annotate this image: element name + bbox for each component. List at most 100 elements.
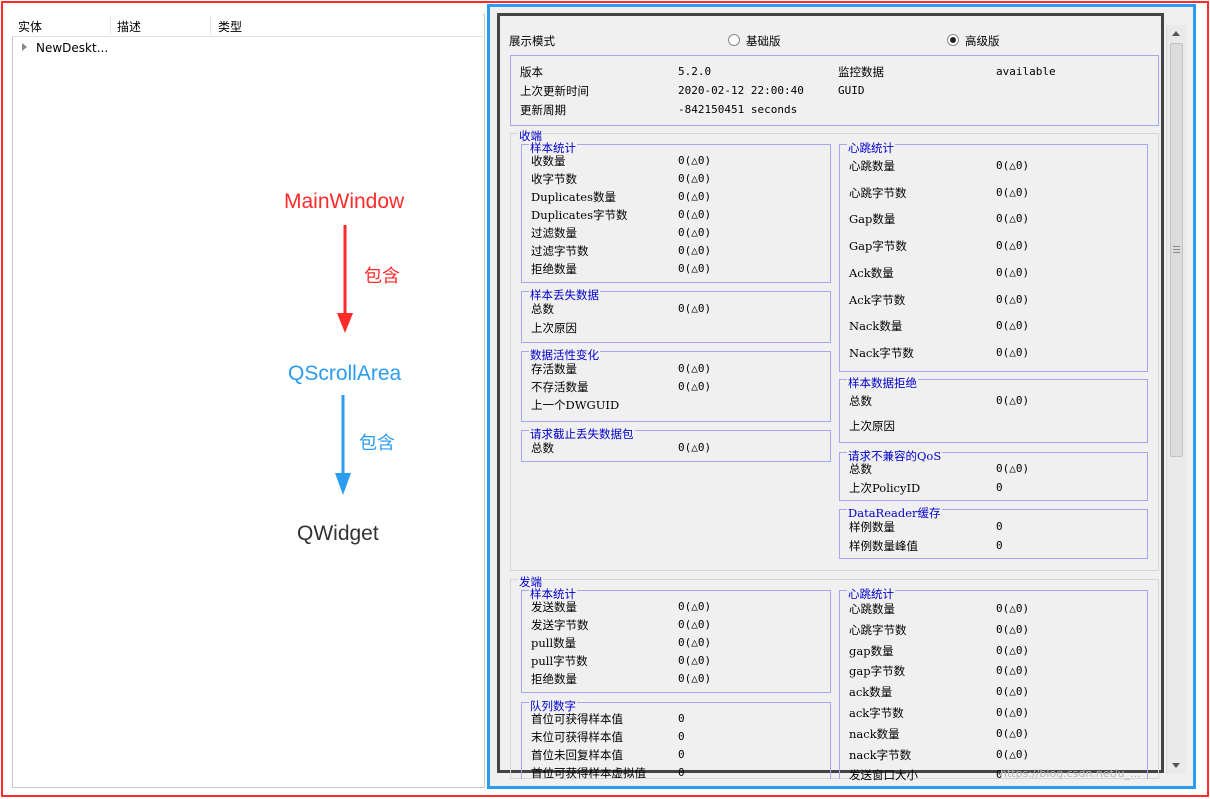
version-label: 版本 bbox=[520, 65, 543, 79]
stat-value: 0(△0) bbox=[678, 302, 712, 315]
stat-label: 总数 bbox=[849, 462, 872, 476]
arrow-down-icon bbox=[1172, 763, 1180, 768]
stat-value: 0(△0) bbox=[996, 212, 1030, 225]
stat-label: Duplicates字节数 bbox=[531, 208, 628, 222]
stat-value: 0(△0) bbox=[996, 462, 1030, 475]
stat-value: 0(△0) bbox=[996, 394, 1030, 407]
tree-item-label: NewDeskt... bbox=[36, 41, 109, 55]
stat-label: Gap字节数 bbox=[849, 239, 907, 253]
stat-label: 收字节数 bbox=[531, 172, 577, 186]
stat-label: 心跳字节数 bbox=[849, 186, 907, 200]
stat-value: 0(△0) bbox=[996, 748, 1030, 761]
annotation-contains-1: 包含 bbox=[364, 266, 400, 287]
arrow-down-blue-icon bbox=[335, 395, 351, 495]
stat-value: 0(△0) bbox=[678, 618, 712, 631]
stat-label: 收数量 bbox=[531, 154, 566, 168]
stat-value: 0(△0) bbox=[996, 186, 1030, 199]
tree-column-type[interactable]: 类型 bbox=[218, 18, 242, 35]
stat-label: 心跳数量 bbox=[849, 602, 895, 616]
stat-value: 0(△0) bbox=[678, 208, 712, 221]
radio-basic[interactable] bbox=[728, 34, 740, 46]
stat-value: 0(△0) bbox=[678, 380, 712, 393]
expand-arrow-icon[interactable] bbox=[22, 43, 27, 51]
stat-label: Nack字节数 bbox=[849, 346, 914, 360]
annotation-scroll-area: QScrollArea bbox=[288, 362, 402, 385]
annotation-widget: QWidget bbox=[297, 522, 379, 545]
radio-advanced-circle[interactable] bbox=[947, 34, 959, 46]
stat-value: 0 bbox=[678, 730, 685, 743]
stat-label: 上次原因 bbox=[531, 321, 577, 335]
thumb-grip bbox=[1173, 249, 1180, 250]
stat-value: 0(△0) bbox=[996, 644, 1030, 657]
stat-label: 总数 bbox=[531, 441, 554, 455]
scroll-down-button[interactable] bbox=[1166, 757, 1186, 774]
stat-label: Ack数量 bbox=[849, 266, 894, 280]
stat-value: 0(△0) bbox=[996, 727, 1030, 740]
stat-label: gap字节数 bbox=[849, 664, 906, 678]
stat-label: 发送数量 bbox=[531, 600, 577, 614]
stat-label: 拒绝数量 bbox=[531, 672, 577, 686]
column-divider bbox=[110, 16, 111, 34]
stat-value: 0(△0) bbox=[996, 602, 1030, 615]
radio-advanced-label[interactable]: 高级版 bbox=[965, 33, 1000, 49]
display-mode-label: 展示模式 bbox=[509, 34, 555, 48]
scroll-up-button[interactable] bbox=[1166, 25, 1186, 42]
stat-value: 0(△0) bbox=[678, 154, 712, 167]
stat-label: Ack字节数 bbox=[849, 293, 906, 307]
updated-value: 2020-02-12 22:00:40 bbox=[678, 84, 804, 97]
stat-label: nack数量 bbox=[849, 727, 900, 741]
stat-label: 总数 bbox=[849, 394, 872, 408]
stat-label: 发送窗口大小 bbox=[849, 768, 918, 782]
stat-value: 0(△0) bbox=[678, 362, 712, 375]
stat-value: 0 bbox=[996, 539, 1003, 552]
updated-label: 上次更新时间 bbox=[520, 84, 589, 98]
stat-label: 拒绝数量 bbox=[531, 262, 577, 276]
stat-value: 0(△0) bbox=[678, 172, 712, 185]
stat-label: 不存活数量 bbox=[531, 380, 589, 394]
stat-label: nack字节数 bbox=[849, 748, 912, 762]
stat-label: 末位可获得样本值 bbox=[531, 730, 623, 744]
stat-value: 0(△0) bbox=[678, 226, 712, 239]
thumb-grip bbox=[1173, 252, 1180, 253]
stat-label: 过滤数量 bbox=[531, 226, 577, 240]
tree-column-entity[interactable]: 实体 bbox=[18, 18, 42, 35]
period-value: -842150451 seconds bbox=[678, 103, 798, 116]
guid-label: GUID bbox=[838, 84, 865, 97]
stat-label: 上一个DWGUID bbox=[531, 398, 620, 412]
stat-value: 0(△0) bbox=[678, 441, 712, 454]
stat-label: 心跳数量 bbox=[849, 159, 895, 173]
radio-advanced[interactable] bbox=[947, 34, 959, 46]
stat-label: Nack数量 bbox=[849, 319, 903, 333]
recv-rejected-title: 样本数据拒绝 bbox=[847, 376, 918, 390]
radio-basic-label[interactable]: 基础版 bbox=[746, 33, 781, 49]
stat-label: ack数量 bbox=[849, 685, 893, 699]
stat-label: pull字节数 bbox=[531, 654, 588, 668]
scrollbar-thumb[interactable] bbox=[1170, 43, 1183, 457]
stat-value: 0(△0) bbox=[678, 262, 712, 275]
tree-column-description[interactable]: 描述 bbox=[117, 18, 141, 35]
monitor-value: available bbox=[996, 65, 1056, 78]
stat-value: 0 bbox=[678, 712, 685, 725]
stat-label: 上次PolicyID bbox=[849, 481, 921, 495]
stat-label: Gap数量 bbox=[849, 212, 896, 226]
stat-value: 0 bbox=[996, 520, 1003, 533]
radio-basic-circle[interactable] bbox=[728, 34, 740, 46]
version-value: 5.2.0 bbox=[678, 65, 712, 78]
stat-value: 0(△0) bbox=[996, 266, 1030, 279]
stat-label: 上次原因 bbox=[849, 419, 895, 433]
stat-value: 0(△0) bbox=[996, 664, 1030, 677]
stat-label: 首位可获得样本值 bbox=[531, 712, 623, 726]
stat-value: 0(△0) bbox=[678, 190, 712, 203]
stat-label: Duplicates数量 bbox=[531, 190, 616, 204]
stat-value: 0(△0) bbox=[996, 239, 1030, 252]
tree-header bbox=[12, 14, 483, 37]
stat-value: 0(△0) bbox=[678, 636, 712, 649]
stat-value: 0 bbox=[678, 748, 685, 761]
send-heartbeat-title: 心跳统计 bbox=[847, 587, 895, 601]
tree-item[interactable]: NewDeskt... bbox=[22, 41, 108, 55]
stat-value: 0(△0) bbox=[996, 159, 1030, 172]
stat-value: 0(△0) bbox=[996, 706, 1030, 719]
stat-label: 首位未回复样本值 bbox=[531, 748, 623, 762]
stat-label: gap数量 bbox=[849, 644, 894, 658]
stat-value: 0(△0) bbox=[678, 672, 712, 685]
